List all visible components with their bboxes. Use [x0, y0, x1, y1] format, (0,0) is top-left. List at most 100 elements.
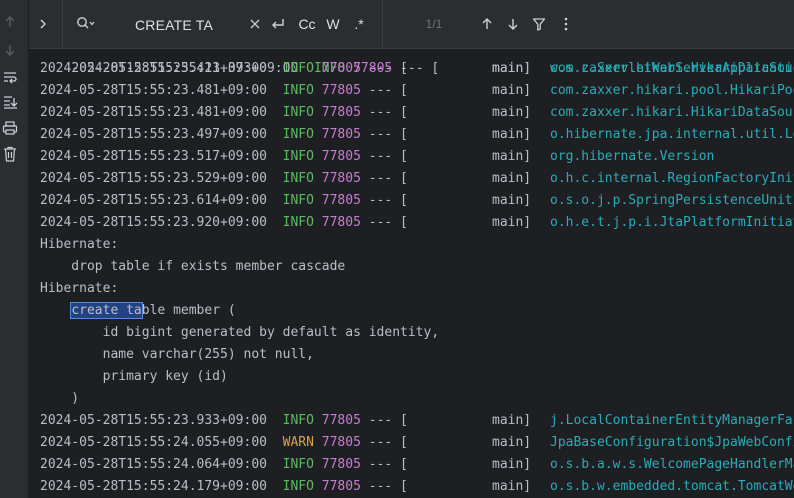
log-logger: o.hibernate.jpa.internal.util.LogHelper [550, 127, 794, 142]
console-output[interactable]: 2024-05-28T15:55:23.373+09:00 INFO 77805… [29, 49, 794, 498]
sql-line: name varchar(255) not null, [40, 347, 314, 362]
log-line: 2024-05-28T15:55:24.179+09:00 INFO 77805… [40, 476, 794, 498]
log-thread: main] [492, 215, 532, 230]
log-level: INFO [282, 61, 314, 76]
sql-line: create table member ( [40, 300, 236, 322]
log-level: INFO [282, 171, 314, 186]
log-logger: o.h.e.t.j.p.i.JtaPlatformInitiator [550, 215, 794, 230]
log-line: 2024-05-28T15:55:24.055+09:00 WARN 77805… [40, 432, 794, 454]
next-occurrence-icon[interactable] [503, 14, 523, 34]
log-pid: 77805 [321, 61, 361, 76]
log-thread: main] [492, 105, 532, 120]
log-level: WARN [282, 435, 314, 450]
log-timestamp: 2024-05-28T15:55:23.529+09:00 [40, 171, 267, 186]
soft-wrap-icon[interactable] [0, 67, 20, 87]
log-line: 2024-05-28T15:55:23.920+09:00 INFO 77805… [40, 212, 794, 234]
log-line: 2024-05-28T15:55:24.064+09:00 INFO 77805… [40, 454, 794, 476]
log-logger: com.zaxxer.hikari.HikariDataSource [550, 61, 794, 76]
log-level: INFO [282, 479, 314, 494]
print-icon[interactable] [0, 118, 20, 138]
log-logger: o.s.b.a.w.s.WelcomePageHandlerMapping [550, 457, 794, 472]
prev-occurrence-icon[interactable] [477, 14, 497, 34]
log-thread: main] [492, 83, 532, 98]
log-separator: --- [ [368, 479, 408, 494]
log-separator: --- [ [368, 193, 408, 208]
log-separator: --- [ [368, 435, 408, 450]
log-pid: 77805 [321, 413, 361, 428]
log-thread: main] [492, 457, 532, 472]
replace-toggle-icon[interactable] [267, 14, 289, 34]
log-logger: o.s.b.w.embedded.tomcat.TomcatWebServer [550, 479, 794, 494]
arrow-up-icon[interactable] [0, 12, 20, 32]
sql-header: Hibernate: [40, 281, 119, 296]
regex-toggle[interactable]: .* [348, 14, 370, 34]
sql-header: Hibernate: [40, 237, 119, 252]
whole-words-toggle[interactable]: W [322, 14, 344, 34]
log-separator: --- [ [368, 83, 408, 98]
console-toolbar [0, 0, 29, 498]
log-timestamp: 2024-05-28T15:55:23.481+09:00 [40, 105, 267, 120]
sql-line: drop table if exists member cascade [40, 259, 346, 274]
log-timestamp: 2024-05-28T15:55:24.179+09:00 [40, 479, 267, 494]
filter-icon[interactable] [529, 14, 549, 34]
log-separator: --- [ [368, 105, 408, 120]
log-timestamp: 2024-05-28T15:55:24.055+09:00 [40, 435, 267, 450]
log-level: INFO [282, 83, 314, 98]
log-timestamp: 2024-05-28T15:55:23.614+09:00 [40, 193, 267, 208]
log-thread: main] [492, 479, 532, 494]
log-timestamp: 2024-05-28T15:55:23.933+09:00 [40, 413, 267, 428]
expand-chevron-icon[interactable] [33, 14, 53, 34]
clear-icon[interactable] [247, 14, 263, 34]
log-logger: org.hibernate.Version [550, 149, 715, 164]
log-line: 2024-05-28T15:55:23.481+09:00 INFO 77805… [40, 102, 794, 124]
more-options-icon[interactable] [556, 14, 576, 34]
log-thread: main] [492, 435, 532, 450]
log-separator: --- [ [368, 413, 408, 428]
log-line: 2024-05-28T15:55:23.373+09:00 INFO 77805… [40, 49, 794, 76]
log-timestamp: 2024-05-28T15:55:23.517+09:00 [40, 149, 267, 164]
log-level: INFO [282, 105, 314, 120]
log-level: INFO [282, 127, 314, 142]
log-timestamp: 2024-05-28T15:55:23.481+09:00 [40, 83, 267, 98]
log-pid: 77805 [321, 457, 361, 472]
log-pid: 77805 [321, 171, 361, 186]
trash-icon[interactable] [0, 144, 20, 164]
log-pid: 77805 [321, 479, 361, 494]
log-timestamp: 2024-05-28T15:55:24.064+09:00 [40, 457, 267, 472]
log-level: INFO [282, 215, 314, 230]
log-level: INFO [282, 149, 314, 164]
match-counter: 1/1 [425, 17, 443, 31]
log-logger: j.LocalContainerEntityManagerFactoryBean [550, 413, 794, 428]
log-logger: JpaBaseConfiguration$JpaWebConfiguration [550, 435, 794, 450]
log-thread: main] [492, 127, 532, 142]
log-pid: 77805 [321, 193, 361, 208]
log-separator: --- [ [368, 171, 408, 186]
log-line: 2024-05-28T15:55:23.517+09:00 INFO 77805… [40, 146, 714, 168]
search-match-highlight: create ta [70, 302, 143, 319]
arrow-down-icon[interactable] [0, 40, 20, 60]
find-bar: Cc W .* 1/1 [29, 0, 794, 49]
log-pid: 77805 [321, 83, 361, 98]
log-logger: com.zaxxer.hikari.pool.HikariPool [550, 83, 794, 98]
log-separator: --- [ [368, 215, 408, 230]
log-logger: o.h.c.internal.RegionFactoryInitiator [550, 171, 794, 186]
search-history-icon[interactable] [74, 14, 98, 34]
log-timestamp: 2024-05-28T15:55:23.411+09:00 [40, 61, 267, 76]
log-line: 2024-05-28T15:55:23.933+09:00 INFO 77805… [40, 410, 794, 432]
log-level: INFO [282, 413, 314, 428]
scroll-to-end-icon[interactable] [0, 92, 20, 112]
log-separator: --- [ [368, 127, 408, 142]
log-separator: --- [ [368, 457, 408, 472]
log-pid: 77805 [321, 127, 361, 142]
log-thread: main] [492, 149, 532, 164]
log-line: 2024-05-28T15:55:23.614+09:00 INFO 77805… [40, 190, 794, 212]
match-case-toggle[interactable]: Cc [295, 14, 319, 34]
sql-line: ) [40, 391, 80, 406]
log-separator: --- [ [368, 61, 408, 76]
log-pid: 77805 [321, 105, 361, 120]
log-line: 2024-05-28T15:55:23.481+09:00 INFO 77805… [40, 80, 794, 102]
log-level: INFO [282, 193, 314, 208]
log-logger: o.s.o.j.p.SpringPersistenceUnitInfo [550, 193, 794, 208]
log-separator: --- [ [368, 149, 408, 164]
log-pid: 77805 [321, 215, 361, 230]
